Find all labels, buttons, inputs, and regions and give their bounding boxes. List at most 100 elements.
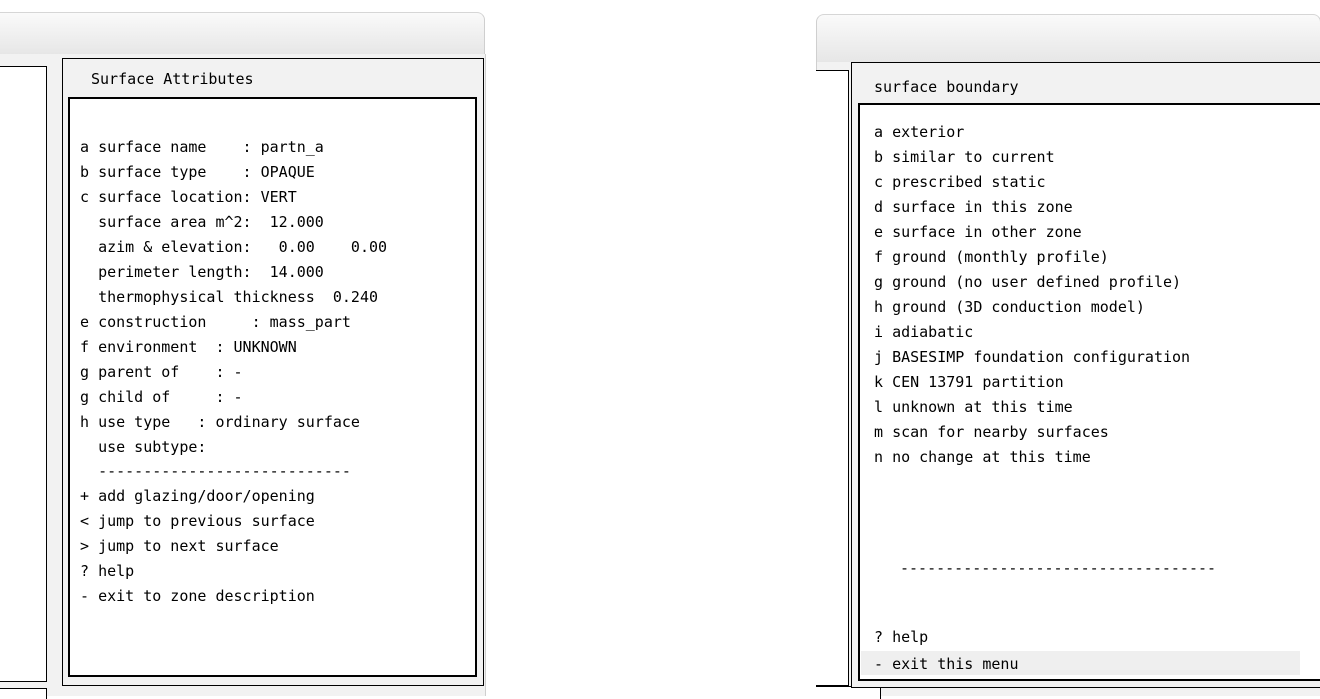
- menu-item-label: similar to current: [892, 148, 1055, 166]
- right-window-titlebar[interactable]: [816, 14, 1320, 63]
- menu-item-label: help: [892, 628, 929, 646]
- left-side-pane-lower: [0, 688, 47, 699]
- menu-item[interactable]: n no change at this time: [874, 445, 1091, 469]
- menu-item[interactable]: l unknown at this time: [874, 395, 1073, 419]
- menu-item-label: surface name : partn_a: [98, 138, 324, 156]
- menu-item[interactable]: a exterior: [874, 120, 964, 144]
- menu-item[interactable]: > jump to next surface: [80, 534, 279, 558]
- menu-item-label: surface in this zone: [892, 198, 1073, 216]
- menu-item-label: BASESIMP foundation configuration: [892, 348, 1191, 366]
- menu-item[interactable]: e surface in other zone: [874, 220, 1082, 244]
- menu-item[interactable]: h use type : ordinary surface: [80, 410, 360, 434]
- menu-item-key: [80, 288, 89, 306]
- menu-item: ----------------------------: [80, 459, 351, 483]
- menu-item-label: child of : -: [98, 388, 243, 406]
- menu-item-label: jump to next surface: [98, 537, 279, 555]
- menu-item-key: b: [874, 148, 884, 166]
- menu-item-label: help: [98, 562, 135, 580]
- menu-item-label: surface location: VERT: [98, 188, 297, 206]
- menu-item-key: d: [874, 198, 884, 216]
- menu-item[interactable]: < jump to previous surface: [80, 509, 315, 533]
- menu-item[interactable]: - exit this menu: [874, 652, 1019, 676]
- menu-item-key: >: [80, 537, 90, 555]
- menu-item-label: prescribed static: [892, 173, 1046, 191]
- menu-item[interactable]: ? help: [80, 559, 134, 583]
- menu-item[interactable]: m scan for nearby surfaces: [874, 420, 1109, 444]
- menu-item-key: [80, 213, 89, 231]
- menu-item[interactable]: b surface type : OPAQUE: [80, 160, 315, 184]
- menu-item-key: h: [80, 413, 90, 431]
- menu-item-label: perimeter length: 14.000: [98, 263, 324, 281]
- menu-item-label: unknown at this time: [892, 398, 1073, 416]
- menu-item-label: surface in other zone: [892, 223, 1082, 241]
- menu-item[interactable]: a surface name : partn_a: [80, 135, 324, 159]
- menu-item-label: ground (monthly profile): [892, 248, 1109, 266]
- menu-item-label: azim & elevation: 0.00 0.00: [98, 238, 388, 256]
- menu-item-label: jump to previous surface: [98, 512, 315, 530]
- menu-item-key: <: [80, 512, 90, 530]
- menu-item[interactable]: ? help: [874, 625, 928, 649]
- menu-item-label: environment : UNKNOWN: [98, 338, 297, 356]
- menu-item-key: -: [80, 587, 90, 605]
- menu-item-label: adiabatic: [892, 323, 974, 341]
- menu-item-label: scan for nearby surfaces: [892, 423, 1109, 441]
- menu-item[interactable]: j BASESIMP foundation configuration: [874, 345, 1190, 369]
- surface-attributes-title: Surface Attributes: [91, 70, 254, 88]
- menu-item-label: surface type : OPAQUE: [98, 163, 315, 181]
- menu-item-key: a: [874, 123, 884, 141]
- menu-item-key: c: [80, 188, 90, 206]
- surface-boundary-title: surface boundary: [874, 78, 1019, 96]
- menu-item-key: m: [874, 423, 884, 441]
- left-window-titlebar[interactable]: [0, 12, 485, 55]
- menu-item: use subtype:: [80, 435, 206, 459]
- menu-item-label: exit to zone description: [98, 587, 315, 605]
- menu-item-label: thermophysical thickness 0.240: [98, 288, 379, 306]
- menu-item-label: surface area m^2: 12.000: [98, 213, 324, 231]
- menu-item[interactable]: g parent of : -: [80, 360, 243, 384]
- menu-item[interactable]: + add glazing/door/opening: [80, 484, 315, 508]
- menu-item-label: ground (3D conduction model): [892, 298, 1145, 316]
- menu-item: perimeter length: 14.000: [80, 260, 324, 284]
- menu-item-key: e: [874, 223, 884, 241]
- menu-item-key: g: [874, 273, 884, 291]
- menu-item-key: b: [80, 163, 90, 181]
- menu-item: thermophysical thickness 0.240: [80, 285, 378, 309]
- menu-item-key: j: [874, 348, 884, 366]
- menu-item-key: +: [80, 487, 90, 505]
- menu-item[interactable]: f ground (monthly profile): [874, 245, 1109, 269]
- menu-item-label: use type : ordinary surface: [98, 413, 360, 431]
- menu-item-label: use subtype:: [98, 438, 207, 456]
- menu-item[interactable]: k CEN 13791 partition: [874, 370, 1064, 394]
- menu-item-label: CEN 13791 partition: [892, 373, 1064, 391]
- menu-item[interactable]: e construction : mass_part: [80, 310, 351, 334]
- menu-item-key: [80, 462, 89, 480]
- menu-item: azim & elevation: 0.00 0.00: [80, 235, 387, 259]
- menu-item[interactable]: f environment : UNKNOWN: [80, 335, 297, 359]
- menu-item-key: [80, 263, 89, 281]
- menu-item[interactable]: h ground (3D conduction model): [874, 295, 1145, 319]
- menu-item-key: e: [80, 313, 90, 331]
- menu-item[interactable]: c prescribed static: [874, 170, 1046, 194]
- menu-item[interactable]: g child of : -: [80, 385, 243, 409]
- menu-item-key: ?: [874, 628, 884, 646]
- menu-item[interactable]: c surface location: VERT: [80, 185, 297, 209]
- menu-item-label: add glazing/door/opening: [98, 487, 315, 505]
- menu-item-label: ground (no user defined profile): [892, 273, 1182, 291]
- menu-item-key: n: [874, 448, 884, 466]
- menu-item-key: l: [874, 398, 884, 416]
- menu-item-key: a: [80, 138, 90, 156]
- menu-item[interactable]: i adiabatic: [874, 320, 973, 344]
- menu-item[interactable]: d surface in this zone: [874, 195, 1073, 219]
- menu-item-label: exterior: [892, 123, 965, 141]
- menu-item-label: construction : mass_part: [98, 313, 351, 331]
- menu-item-key: h: [874, 298, 884, 316]
- menu-item[interactable]: - exit to zone description: [80, 584, 315, 608]
- menu-item[interactable]: g ground (no user defined profile): [874, 270, 1181, 294]
- menu-item-key: k: [874, 373, 884, 391]
- menu-item-label: ----------------------------: [98, 462, 351, 480]
- left-side-pane: [0, 66, 47, 682]
- menu-item-key: c: [874, 173, 884, 191]
- menu-item-key: g: [80, 388, 90, 406]
- menu-item[interactable]: b similar to current: [874, 145, 1055, 169]
- menu-item-key: ?: [80, 562, 90, 580]
